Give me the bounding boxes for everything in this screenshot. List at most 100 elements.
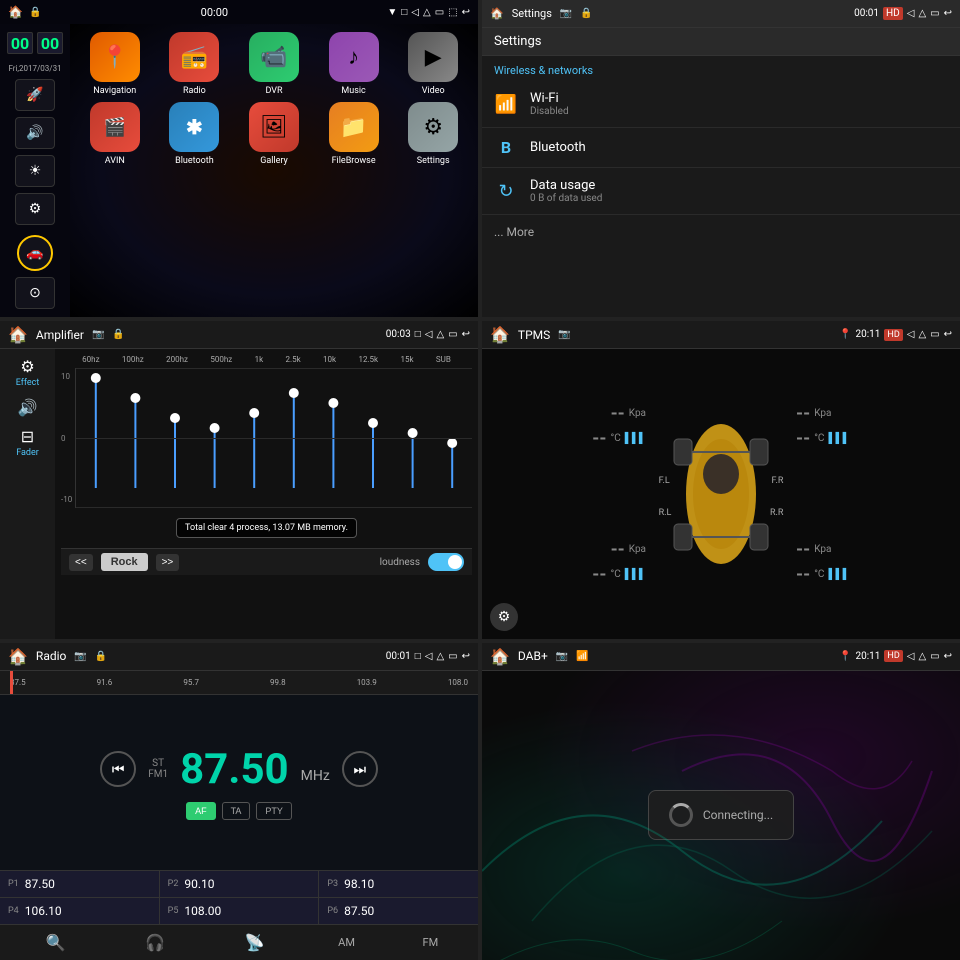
radio-headphones-btn[interactable]: 🎧 (139, 931, 171, 954)
app-gallery[interactable]: 🖼 Gallery (237, 102, 311, 166)
filebrowse-label: FileBrowse (332, 156, 376, 166)
avin-label: AVIN (105, 156, 125, 166)
tpms-gps-icon: 📍 (839, 329, 851, 340)
fader-btn[interactable]: ⊟ Fader (16, 427, 39, 458)
home-app-area: 📍 Navigation 📻 Radio 📹 DVR ♪ Music (70, 24, 478, 317)
amp-status-left: 🏠 Amplifier 📷 🔒 (8, 325, 125, 344)
dab-bright-icon: △ (918, 651, 926, 662)
radio-am-btn[interactable]: AM (338, 936, 355, 949)
app-dvr[interactable]: 📹 DVR (237, 32, 311, 96)
settings-bluetooth-item[interactable]: B Bluetooth (482, 128, 960, 168)
clock-min: 00 (37, 32, 63, 54)
radio-af-btn[interactable]: AF (186, 802, 216, 820)
settings-status-bar: 🏠 Settings 📷 🔒 00:01 HD ◁ △ ▭ ↩ (482, 0, 960, 28)
radio-antenna-btn[interactable]: 📡 (239, 931, 271, 954)
panel-tpms: 🏠 TPMS 📷 📍 20:11 HD ◁ △ ▭ ↩ -- Kpa (482, 321, 960, 638)
radio-status-bar: 🏠 Radio 📷 🔒 00:01 □ ◁ △ ▭ ↩ (0, 643, 478, 671)
app-music[interactable]: ♪ Music (317, 32, 391, 96)
tpms-rr-temp-unit: °C (814, 569, 824, 580)
brightness-btn[interactable]: ☀ (15, 155, 55, 187)
eq-y-neg10: -10 (61, 495, 75, 504)
tpms-rl-kpa-val: -- (611, 539, 625, 560)
circles-btn[interactable]: ⊙ (15, 277, 55, 309)
radio-home-icon: 🏠 (8, 647, 28, 666)
car-btn[interactable]: 🚗 (17, 235, 53, 271)
dab-hd-icon: HD (884, 650, 902, 662)
preset-p6[interactable]: P6 87.50 (319, 898, 478, 924)
settings-vol-icon: ◁ (907, 8, 915, 19)
tpms-fl-cell: -- Kpa -- °C ▌▌▌ (490, 357, 656, 494)
preset-p5[interactable]: P5 108.00 (160, 898, 319, 924)
settings-cam-icon: HD (883, 7, 903, 20)
radio-fm-btn[interactable]: FM (423, 936, 439, 949)
settings-wifi-item[interactable]: 📶 Wi-Fi Disabled (482, 81, 960, 128)
app-bluetooth[interactable]: ✱ Bluetooth (158, 102, 232, 166)
preset-p3-name: P3 (327, 879, 338, 889)
settings-data-item[interactable]: ↻ Data usage 0 B of data used (482, 168, 960, 215)
tpms-status-left: 🏠 TPMS 📷 (490, 325, 571, 344)
radio-status-right: 00:01 □ ◁ △ ▭ ↩ (386, 651, 470, 662)
radio-pty-btn[interactable]: PTY (256, 802, 292, 820)
equalizer-btn[interactable]: ⚙ (15, 193, 55, 225)
settings-time: 00:01 (854, 8, 879, 19)
wifi-title: Wi-Fi (530, 91, 948, 106)
app-avin[interactable]: 🎬 AVIN (78, 102, 152, 166)
radio-ta-btn[interactable]: TA (222, 802, 251, 820)
eq-prev-btn[interactable]: << (69, 554, 93, 571)
settings-more[interactable]: ... More (482, 215, 960, 249)
radio-prev-btn[interactable]: ⏮ (100, 751, 136, 787)
eq-preset-display[interactable]: Rock (101, 553, 148, 571)
preset-p1[interactable]: P1 87.50 (0, 871, 159, 897)
tpms-home-icon: 🏠 (490, 325, 510, 344)
preset-p2[interactable]: P2 90.10 (160, 871, 319, 897)
radio-cast-icon: ▭ (448, 651, 457, 662)
eq-grid-mid (76, 438, 472, 439)
eq-next-btn[interactable]: >> (156, 554, 180, 571)
lock-icon: 🔒 (29, 7, 41, 18)
effect-btn[interactable]: ⚙ Effect (16, 357, 40, 388)
bluetooth-text: Bluetooth (530, 140, 948, 155)
rocket-btn[interactable]: 🚀 (15, 79, 55, 111)
amp-time: 00:03 (386, 329, 411, 340)
tpms-rr-kpa-unit: Kpa (814, 544, 831, 555)
data-subtitle: 0 B of data used (530, 193, 948, 204)
wifi-text: Wi-Fi Disabled (530, 91, 948, 117)
tpms-fl-temp-unit: °C (610, 433, 620, 444)
tpms-rr-label: R.R (770, 508, 783, 518)
app-video[interactable]: ▶ Video (396, 32, 470, 96)
preset-p4[interactable]: P4 106.10 (0, 898, 159, 924)
radio-next-btn[interactable]: ⏭ (342, 751, 378, 787)
app-settings[interactable]: ⚙ Settings (396, 102, 470, 166)
volume-amp-btn[interactable]: 🔊 (18, 398, 38, 417)
music-icon-img: ♪ (329, 32, 379, 82)
loudness-toggle[interactable] (428, 553, 464, 571)
music-label: Music (341, 86, 365, 96)
radio-search-btn[interactable]: 🔍 (40, 931, 72, 954)
eq-tooltip-area: Total clear 4 process, 13.07 MB memory. (61, 512, 472, 544)
tpms-fl-temp-row: -- °C ▌▌▌ (592, 428, 646, 449)
eq-label-12.5k: 12.5k (358, 355, 378, 364)
dab-scr-icon: ▭ (930, 651, 939, 662)
app-filebrowse[interactable]: 📁 FileBrowse (317, 102, 391, 166)
amp-status-bar: 🏠 Amplifier 📷 🔒 00:03 □ ◁ △ ▭ ↩ (0, 321, 478, 349)
tpms-settings-btn[interactable]: ⚙ (490, 603, 518, 631)
eq-y-0: 0 (61, 434, 75, 443)
eq-label-2.5k: 2.5k (286, 355, 301, 364)
tpms-fr-kpa-val: -- (796, 403, 810, 424)
tpms-fl-signal: ▌▌▌ (625, 433, 646, 444)
preset-p3[interactable]: P3 98.10 (319, 871, 478, 897)
preset-p2-freq: 90.10 (184, 877, 214, 891)
app-radio[interactable]: 📻 Radio (158, 32, 232, 96)
freq-95.7: 95.7 (183, 678, 199, 687)
eq-bars-area (75, 368, 472, 508)
app-navigation[interactable]: 📍 Navigation (78, 32, 152, 96)
tpms-vol-icon: ◁ (907, 329, 915, 340)
settings-section-wireless: Wireless & networks (482, 56, 960, 81)
tpms-fl-temp-val: -- (592, 428, 606, 449)
amp-cast-icon: ▭ (448, 329, 457, 340)
eq-label-15k: 15k (400, 355, 413, 364)
tpms-rl-temp-unit: °C (610, 569, 620, 580)
dab-wifi-icon: 📶 (576, 651, 588, 662)
settings-status-left: 🏠 Settings 📷 🔒 (490, 7, 593, 20)
volume-btn[interactable]: 🔊 (15, 117, 55, 149)
